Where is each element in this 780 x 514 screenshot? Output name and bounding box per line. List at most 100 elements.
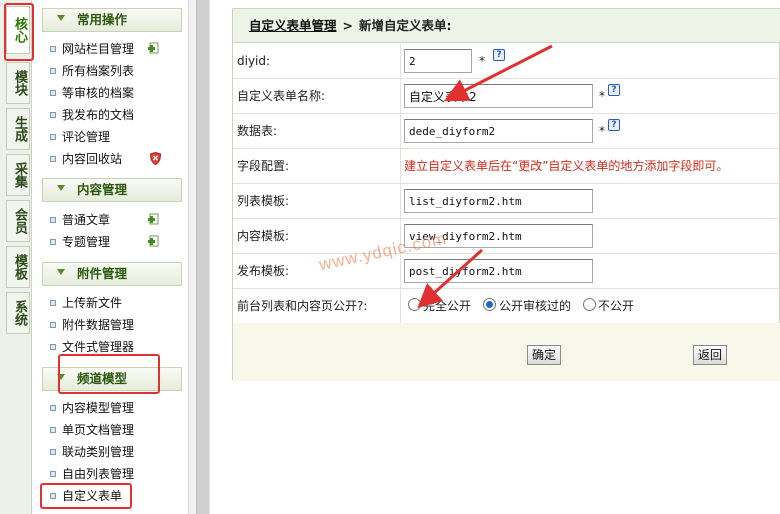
breadcrumb-link[interactable]: 自定义表单管理 <box>249 18 337 33</box>
menu-item-linkage-category[interactable]: 联动类别管理 <box>50 442 182 462</box>
vtab-system[interactable]: 系统 <box>6 292 30 334</box>
bullet-icon <box>50 90 56 96</box>
bullet-icon <box>50 239 56 245</box>
menu-splitter[interactable] <box>188 0 196 514</box>
post-template-input[interactable] <box>404 259 593 283</box>
side-menu: 常用操作 网站栏目管理 所有档案列表 等审核的档案 我发布的文档 评论管理 内容… <box>33 0 188 514</box>
bullet-icon <box>50 427 56 433</box>
vertical-tab-bar: 核心 模块 生成 采集 会员 模板 系统 <box>0 0 32 514</box>
collapse-triangle-icon <box>57 15 65 21</box>
form-row-list-template: 列表模板: <box>233 184 780 219</box>
menu-item-custom-form[interactable]: 自定义表单 <box>50 486 182 506</box>
add-icon[interactable] <box>148 235 160 248</box>
section-title: 内容管理 <box>77 182 128 197</box>
menu-item-file-manager[interactable]: 文件式管理器 <box>50 337 182 357</box>
collapse-triangle-icon <box>57 374 65 380</box>
add-icon[interactable] <box>148 213 160 226</box>
diyid-input[interactable] <box>404 49 472 73</box>
bullet-icon <box>50 344 56 350</box>
shield-icon[interactable] <box>150 152 161 165</box>
menu-item-label: 所有档案列表 <box>62 64 135 78</box>
menu-item-recycle-bin[interactable]: 内容回收站 <box>50 149 182 169</box>
section-title: 常用操作 <box>77 12 128 27</box>
menu-item-label: 自由列表管理 <box>62 467 135 481</box>
table-name-input[interactable] <box>404 119 593 143</box>
menu-item-upload[interactable]: 上传新文件 <box>50 293 182 313</box>
menu-item-label: 我发布的文档 <box>62 108 135 122</box>
bullet-icon <box>50 46 56 52</box>
menu-item-content-model[interactable]: 内容模型管理 <box>50 398 182 418</box>
menu-item-my-docs[interactable]: 我发布的文档 <box>50 105 182 125</box>
bullet-icon <box>50 449 56 455</box>
form-row-view-template: 内容模板: <box>233 219 780 254</box>
radio-public-approved[interactable] <box>483 298 496 311</box>
radio-label: 公开审核过的 <box>499 299 572 313</box>
menu-item-comments[interactable]: 评论管理 <box>50 127 182 147</box>
help-icon[interactable]: ? <box>493 49 505 61</box>
vtab-modules[interactable]: 模块 <box>6 62 30 104</box>
field-label: 数据表: <box>237 124 278 138</box>
breadcrumb-separator: > <box>342 18 353 33</box>
form-footer: 确定 返回 <box>233 323 780 381</box>
bullet-icon <box>50 134 56 140</box>
vtab-generate[interactable]: 生成 <box>6 108 30 150</box>
field-label: 列表模板: <box>237 194 290 208</box>
vtab-members[interactable]: 会员 <box>6 200 30 242</box>
bullet-icon <box>50 471 56 477</box>
form-name-input[interactable] <box>404 84 593 108</box>
menu-item-label: 附件数据管理 <box>62 318 135 332</box>
menu-item-topic[interactable]: 专题管理 <box>50 232 182 252</box>
form-row-table: 数据表: * ? <box>233 114 780 149</box>
vtab-core[interactable]: 核心 <box>6 6 30 54</box>
menu-item-attachment-data[interactable]: 附件数据管理 <box>50 315 182 335</box>
menu-item-article[interactable]: 普通文章 <box>50 210 182 230</box>
required-mark: * <box>479 54 485 68</box>
radio-public-all[interactable] <box>408 298 421 311</box>
menu-item-column-manage[interactable]: 网站栏目管理 <box>50 39 182 59</box>
page-title: 新增自定义表单: <box>359 18 452 33</box>
field-label: 前台列表和内容页公开?: <box>237 299 368 313</box>
section-header-attachments[interactable]: 附件管理 <box>42 262 182 286</box>
section-header-channel-model[interactable]: 频道模型 <box>42 367 182 391</box>
menu-item-all-archives[interactable]: 所有档案列表 <box>50 61 182 81</box>
menu-item-free-list[interactable]: 自由列表管理 <box>50 464 182 484</box>
form-row-post-template: 发布模板: <box>233 254 780 289</box>
radio-label: 不公开 <box>598 299 635 313</box>
menu-item-label: 内容回收站 <box>62 152 123 166</box>
confirm-button[interactable]: 确定 <box>527 345 562 365</box>
required-mark: * <box>599 124 605 138</box>
back-button[interactable]: 返回 <box>693 345 728 365</box>
help-icon[interactable]: ? <box>608 119 620 131</box>
bullet-icon <box>50 493 56 499</box>
section-title: 附件管理 <box>77 266 128 281</box>
list-template-input[interactable] <box>404 189 593 213</box>
collapse-triangle-icon <box>57 185 65 191</box>
menu-item-pending-archives[interactable]: 等审核的档案 <box>50 83 182 103</box>
help-icon[interactable]: ? <box>608 84 620 96</box>
bullet-icon <box>50 112 56 118</box>
form-row-fields: 字段配置: 建立自定义表单后在“更改”自定义表单的地方添加字段即可。 <box>233 149 780 184</box>
vtab-collect[interactable]: 采集 <box>6 154 30 196</box>
bullet-icon <box>50 300 56 306</box>
menu-item-label: 文件式管理器 <box>62 340 135 354</box>
form-row-public: 前台列表和内容页公开?: 完全公开 公开审核过的 不公开 <box>233 289 780 324</box>
form-row-diyid: diyid: * ? <box>233 44 780 79</box>
menu-item-label: 自定义表单 <box>62 489 123 503</box>
bullet-icon <box>50 217 56 223</box>
main-panel: 自定义表单管理 > 新增自定义表单: diyid: * ? 自定义表单名称: * ?… <box>232 8 780 381</box>
menu-item-label: 上传新文件 <box>62 296 123 310</box>
scrollbar[interactable] <box>196 0 210 514</box>
add-icon[interactable] <box>148 42 160 55</box>
field-label: 字段配置: <box>237 159 290 173</box>
vtab-templates[interactable]: 模板 <box>6 246 30 288</box>
menu-item-single-page[interactable]: 单页文档管理 <box>50 420 182 440</box>
form-row-name: 自定义表单名称: * ? <box>233 79 780 114</box>
field-label: 自定义表单名称: <box>237 89 326 103</box>
bullet-icon <box>50 405 56 411</box>
section-header-common[interactable]: 常用操作 <box>42 8 182 32</box>
breadcrumb: 自定义表单管理 > 新增自定义表单: <box>233 9 780 43</box>
menu-item-label: 内容模型管理 <box>62 401 135 415</box>
radio-not-public[interactable] <box>583 298 596 311</box>
section-header-content[interactable]: 内容管理 <box>42 178 182 202</box>
field-label: diyid: <box>237 54 271 68</box>
